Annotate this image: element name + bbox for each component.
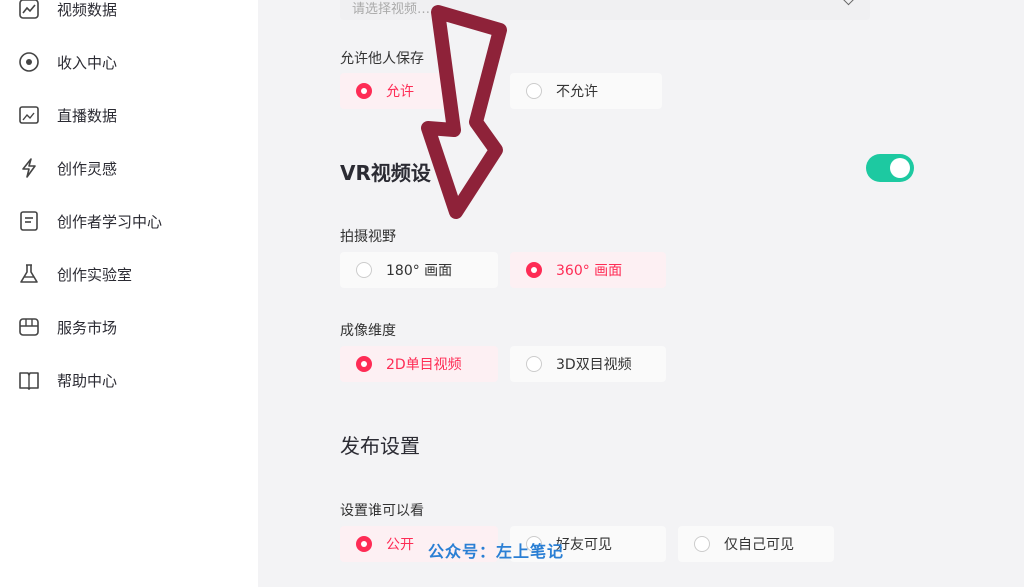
sidebar-item-learning-center[interactable]: 创作者学习中心: [18, 206, 162, 236]
radio-dot: [356, 83, 372, 99]
radio-360[interactable]: 360° 画面: [510, 252, 666, 288]
settings-panel: 请选择视频… 允许他人保存 允许 不允许 VR视频设 拍摄视野 180° 画面 …: [304, 0, 914, 587]
vr-section-title: VR视频设: [340, 161, 431, 185]
watermark: 公众号：左上笔记: [428, 542, 565, 561]
sidebar-item-live-data[interactable]: 直播数据: [18, 100, 117, 130]
sidebar-item-label: 创作灵感: [57, 159, 118, 178]
dimension-label: 成像维度: [340, 323, 396, 339]
radio-label: 允许: [386, 84, 414, 100]
store-icon: [18, 316, 40, 338]
main-content: 请选择视频… 允许他人保存 允许 不允许 VR视频设 拍摄视野 180° 画面 …: [258, 0, 1024, 587]
radio-label: 仅自己可见: [724, 537, 794, 553]
sidebar-item-label: 创作者学习中心: [57, 212, 163, 231]
sidebar-item-label: 直播数据: [57, 106, 118, 125]
sidebar-item-label: 服务市场: [57, 318, 118, 337]
flask-icon: [18, 263, 40, 285]
radio-label: 2D单目视频: [386, 357, 462, 373]
who-can-see-label: 设置谁可以看: [340, 503, 424, 519]
publish-section-title: 发布设置: [340, 434, 420, 458]
toggle-knob: [890, 158, 910, 178]
book-icon: [18, 369, 40, 391]
radio-2d[interactable]: 2D单目视频: [340, 346, 498, 382]
lightning-icon: [18, 157, 40, 179]
sidebar-item-income[interactable]: 收入中心: [18, 47, 117, 77]
radio-label: 3D双目视频: [556, 357, 632, 373]
select-placeholder: 请选择视频…: [352, 2, 431, 17]
allow-save-label: 允许他人保存: [340, 51, 424, 67]
radio-dot: [356, 356, 372, 372]
radio-label: 好友可见: [556, 537, 612, 553]
sidebar-item-video-data[interactable]: 视频数据: [18, 0, 117, 24]
radio-disallow[interactable]: 不允许: [510, 73, 662, 109]
radio-3d[interactable]: 3D双目视频: [510, 346, 666, 382]
sidebar-item-inspiration[interactable]: 创作灵感: [18, 153, 117, 183]
radio-dot: [356, 536, 372, 552]
sidebar: 视频数据 收入中心 直播数据 创作灵感 创作者学习中心 创作实验室 服务市场 帮…: [0, 0, 258, 587]
radio-dot: [526, 83, 542, 99]
view-label: 拍摄视野: [340, 229, 396, 245]
vr-toggle[interactable]: [866, 154, 914, 182]
radio-only-me[interactable]: 仅自己可见: [678, 526, 834, 562]
sidebar-item-help-center[interactable]: 帮助中心: [18, 365, 117, 395]
sidebar-item-label: 帮助中心: [57, 371, 118, 390]
sidebar-item-label: 创作实验室: [57, 265, 133, 284]
coin-icon: [18, 51, 40, 73]
radio-dot: [356, 262, 372, 278]
radio-allow[interactable]: 允许: [340, 73, 448, 109]
radio-label: 360° 画面: [556, 263, 623, 279]
radio-dot: [526, 262, 542, 278]
document-icon: [18, 210, 40, 232]
radio-dot: [694, 536, 710, 552]
radio-180[interactable]: 180° 画面: [340, 252, 498, 288]
radio-label: 公开: [386, 537, 414, 553]
radio-label: 不允许: [556, 84, 598, 100]
radio-label: 180° 画面: [386, 263, 453, 279]
sidebar-item-lab[interactable]: 创作实验室: [18, 259, 132, 289]
video-select[interactable]: 请选择视频…: [340, 0, 870, 20]
sidebar-item-service-market[interactable]: 服务市场: [18, 312, 117, 342]
radio-dot: [526, 356, 542, 372]
chart-icon: [18, 0, 40, 20]
sidebar-item-label: 视频数据: [57, 0, 118, 19]
live-image-icon: [18, 104, 40, 126]
chevron-down-icon: [840, 0, 857, 6]
sidebar-item-label: 收入中心: [57, 53, 118, 72]
